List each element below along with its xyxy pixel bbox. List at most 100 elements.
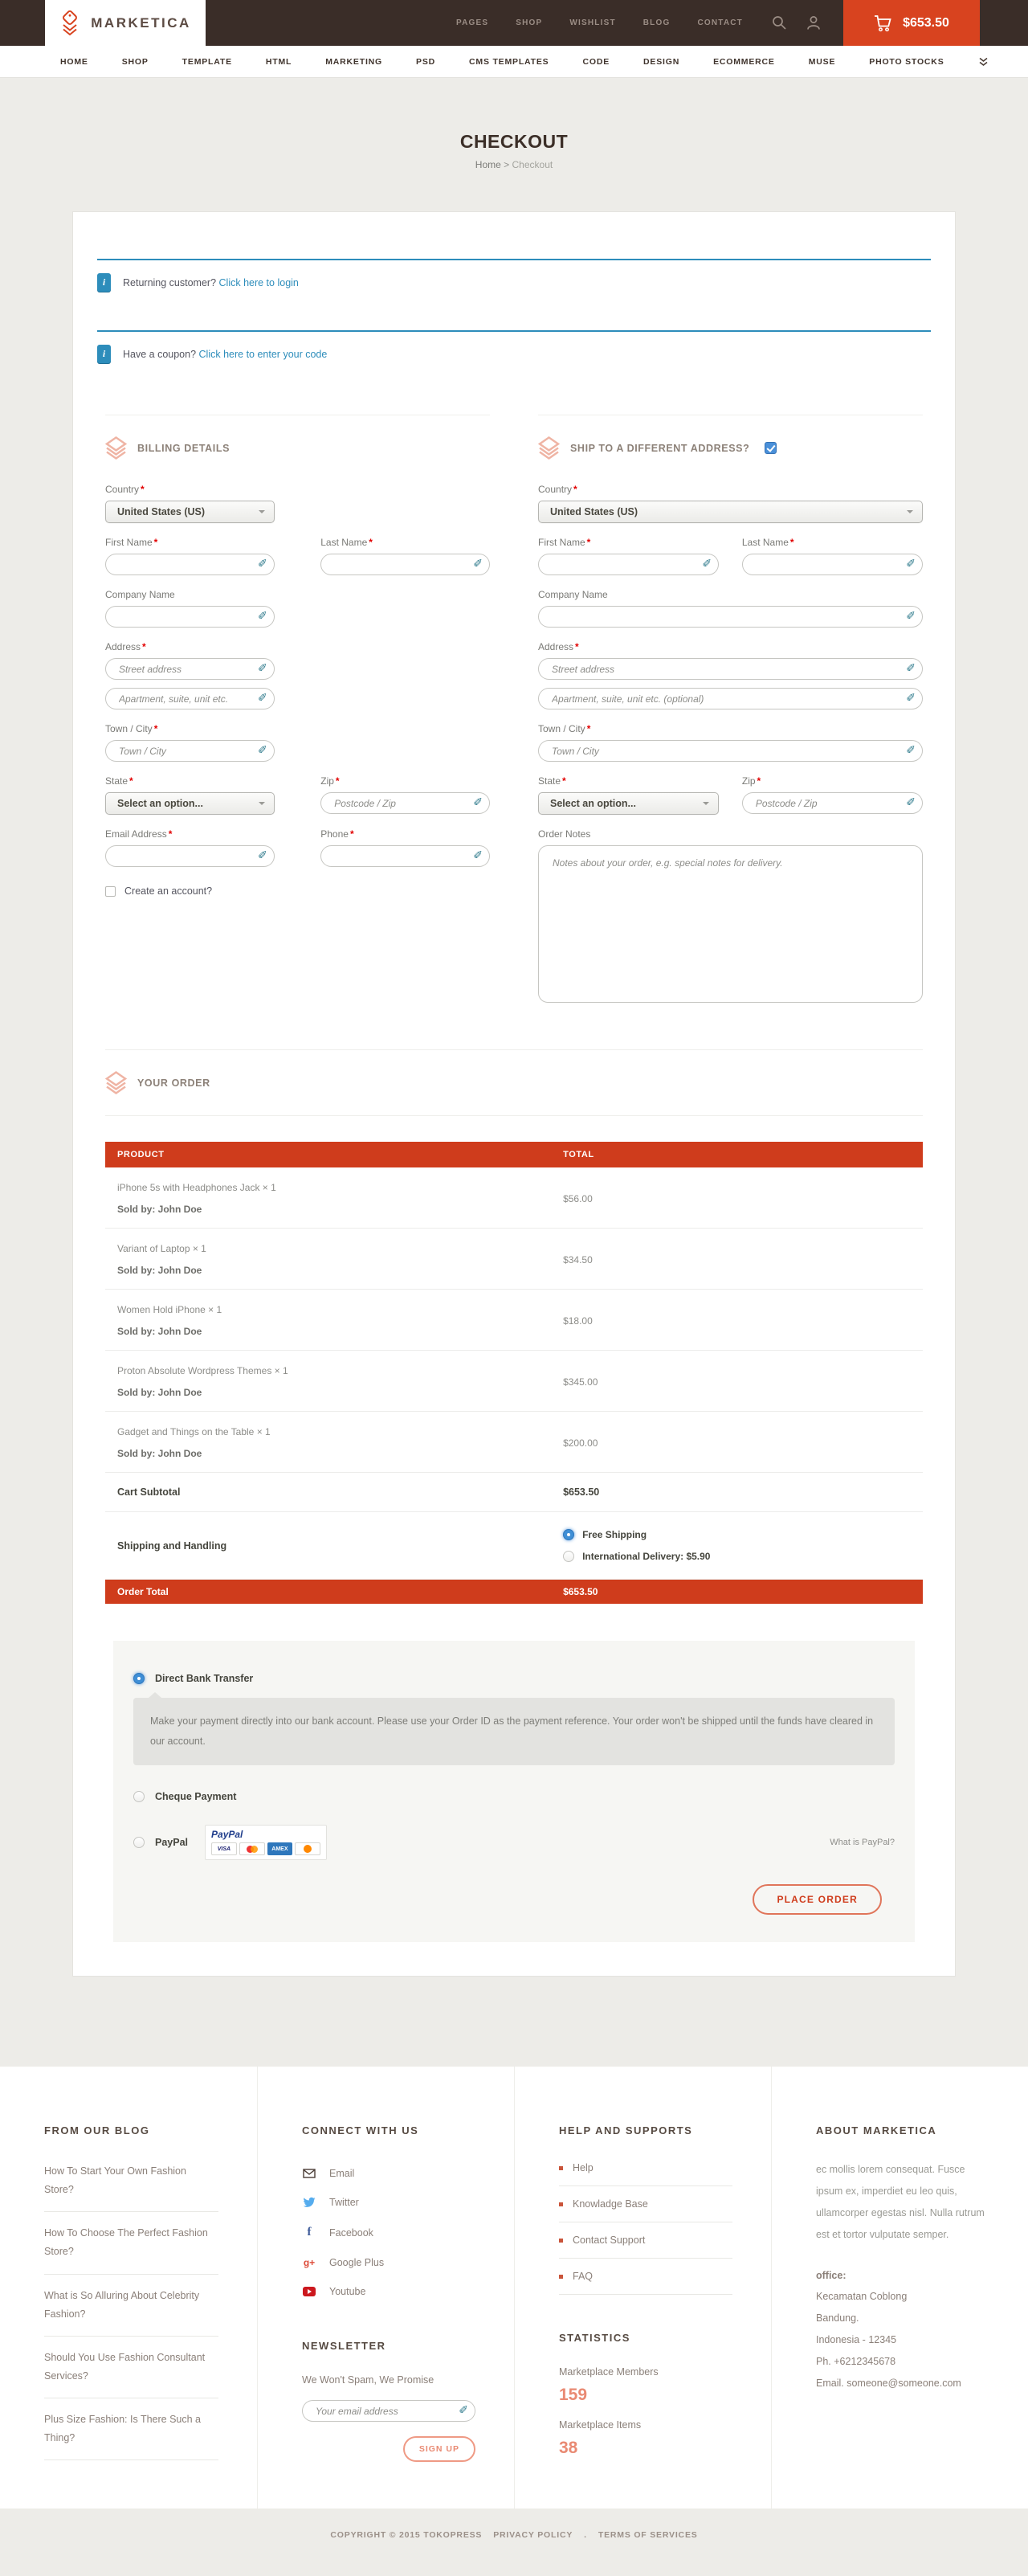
nav-psd[interactable]: PSD [416, 57, 435, 67]
payment-bank-transfer[interactable]: Direct Bank Transfer [133, 1673, 895, 1684]
billing-state-select[interactable]: Select an option... [105, 792, 275, 815]
billing-apartment-input[interactable] [105, 688, 275, 709]
nav-home[interactable]: HOME [60, 57, 88, 67]
terms-link[interactable]: TERMS OF SERVICES [598, 2530, 698, 2540]
nav-marketing[interactable]: MARKETING [325, 57, 382, 67]
shipping-apartment-input[interactable] [538, 688, 923, 709]
breadcrumb-home[interactable]: Home [475, 159, 501, 170]
privacy-policy-link[interactable]: PRIVACY POLICY [493, 2530, 573, 2540]
newsletter-signup-button[interactable]: SIGN UP [403, 2436, 475, 2462]
billing-zip-input[interactable] [320, 792, 490, 814]
help-link[interactable]: FAQ [559, 2259, 732, 2295]
shipping-company-input[interactable] [538, 606, 923, 628]
blog-post-link[interactable]: What is So Alluring About Celebrity Fash… [44, 2275, 218, 2337]
product-name: Women Hold iPhone × 1 [117, 1304, 563, 1315]
newsletter-email-input[interactable] [302, 2400, 475, 2422]
product-seller: Sold by: John Doe [117, 1204, 563, 1215]
login-link[interactable]: Click here to login [219, 277, 299, 288]
page-title-band: CHECKOUT Home > Checkout [0, 78, 1028, 205]
create-account-checkbox[interactable] [105, 886, 116, 897]
order-notes-textarea[interactable] [538, 845, 923, 1003]
breadcrumb: Home > Checkout [475, 159, 553, 170]
brand-name: MARKETICA [91, 15, 191, 31]
top-nav-wishlist[interactable]: WISHLIST [569, 18, 615, 27]
footer: FROM OUR BLOG How To Start Your Own Fash… [0, 2067, 1028, 2509]
shipping-street-input[interactable] [538, 658, 923, 680]
billing-street-input[interactable] [105, 658, 275, 680]
shipping-last-name-label: Last Name [742, 537, 789, 548]
radio-selected-icon[interactable] [133, 1673, 145, 1684]
nav-template[interactable]: TEMPLATE [182, 57, 232, 67]
billing-phone-input[interactable] [320, 845, 490, 867]
payment-cheque[interactable]: Cheque Payment [133, 1791, 895, 1802]
nav-design[interactable]: DESIGN [643, 57, 679, 67]
connect-twitter-link[interactable]: Twitter [302, 2188, 475, 2217]
billing-company-input[interactable] [105, 606, 275, 628]
shipping-first-name-input[interactable] [538, 554, 719, 575]
nav-muse[interactable]: MUSE [809, 57, 836, 67]
blog-post-link[interactable]: Should You Use Fashion Consultant Servic… [44, 2337, 218, 2398]
billing-first-name-input[interactable] [105, 554, 275, 575]
nav-photo-stocks[interactable]: PHOTO STOCKS [869, 57, 944, 67]
brand-logo[interactable]: MARKETICA [45, 0, 206, 46]
search-icon[interactable] [772, 15, 787, 31]
shipping-option-free[interactable]: Free Shipping [563, 1529, 923, 1540]
billing-town-label: Town / City [105, 723, 153, 734]
stat-members-label: Marketplace Members [559, 2366, 732, 2378]
cart-button[interactable]: $653.50 [843, 0, 980, 46]
help-link[interactable]: Contact Support [559, 2222, 732, 2259]
blog-post-link[interactable]: Plus Size Fashion: Is There Such a Thing… [44, 2398, 218, 2460]
shipping-town-input[interactable] [538, 740, 923, 762]
shipping-state-select[interactable]: Select an option... [538, 792, 719, 815]
connect-youtube-link[interactable]: Youtube [302, 2277, 475, 2306]
cart-total: $653.50 [903, 16, 949, 31]
nav-ecommerce[interactable]: ECOMMERCE [713, 57, 775, 67]
shipping-zip-input[interactable] [742, 792, 923, 814]
office-line: Email. someone@someone.com [816, 2373, 989, 2394]
office-line: Ph. +6212345678 [816, 2351, 989, 2373]
connect-facebook-link[interactable]: f Facebook [302, 2217, 475, 2248]
radio-icon[interactable] [563, 1551, 574, 1562]
user-account-icon[interactable] [806, 15, 821, 31]
nav-code[interactable]: CODE [582, 57, 610, 67]
coupon-link[interactable]: Click here to enter your code [199, 349, 328, 360]
billing-phone-label: Phone [320, 828, 349, 840]
what-is-paypal-link[interactable]: What is PayPal? [830, 1838, 895, 1847]
ship-different-address-checkbox[interactable] [765, 442, 777, 454]
top-nav-shop[interactable]: SHOP [516, 18, 542, 27]
place-order-button[interactable]: PLACE ORDER [753, 1884, 882, 1915]
order-total-value: $653.50 [563, 1586, 923, 1597]
nav-shop[interactable]: SHOP [122, 57, 149, 67]
blog-post-link[interactable]: How To Choose The Perfect Fashion Store? [44, 2212, 218, 2274]
product-name: Gadget and Things on the Table × 1 [117, 1426, 563, 1437]
chevron-double-down-icon[interactable] [978, 57, 989, 67]
connect-email-link[interactable]: Email [302, 2159, 475, 2188]
shipping-last-name-input[interactable] [742, 554, 923, 575]
top-nav-pages[interactable]: PAGES [456, 18, 488, 27]
blog-post-link[interactable]: How To Start Your Own Fashion Store? [44, 2159, 218, 2212]
radio-icon[interactable] [133, 1837, 145, 1848]
connect-google-plus-link[interactable]: g+ Google Plus [302, 2248, 475, 2277]
billing-email-input[interactable] [105, 845, 275, 867]
nav-html[interactable]: HTML [266, 57, 292, 67]
top-nav-contact[interactable]: CONTACT [697, 18, 743, 27]
nav-cms-templates[interactable]: CMS TEMPLATES [469, 57, 549, 67]
billing-country-select[interactable]: United States (US) [105, 501, 275, 523]
radio-icon[interactable] [133, 1791, 145, 1802]
product-name: iPhone 5s with Headphones Jack × 1 [117, 1182, 563, 1193]
square-bullet-icon [559, 2202, 563, 2206]
youtube-icon [302, 2287, 316, 2296]
top-nav-blog[interactable]: BLOG [643, 18, 671, 27]
payment-paypal[interactable]: PayPal PayPal VISA AMEX What is PayPal? [133, 1825, 895, 1860]
login-notice: i Returning customer? Click here to logi… [97, 259, 931, 308]
shipping-company-label: Company Name [538, 589, 608, 600]
shipping-country-select[interactable]: United States (US) [538, 501, 923, 523]
help-link[interactable]: Knowladge Base [559, 2186, 732, 2222]
radio-selected-icon[interactable] [563, 1529, 574, 1540]
category-nav: HOME SHOP TEMPLATE HTML MARKETING PSD CM… [0, 46, 1028, 78]
help-link[interactable]: Help [559, 2159, 732, 2186]
product-seller: Sold by: John Doe [117, 1448, 563, 1459]
billing-last-name-input[interactable] [320, 554, 490, 575]
billing-town-input[interactable] [105, 740, 275, 762]
shipping-option-international[interactable]: International Delivery: $5.90 [563, 1551, 923, 1562]
